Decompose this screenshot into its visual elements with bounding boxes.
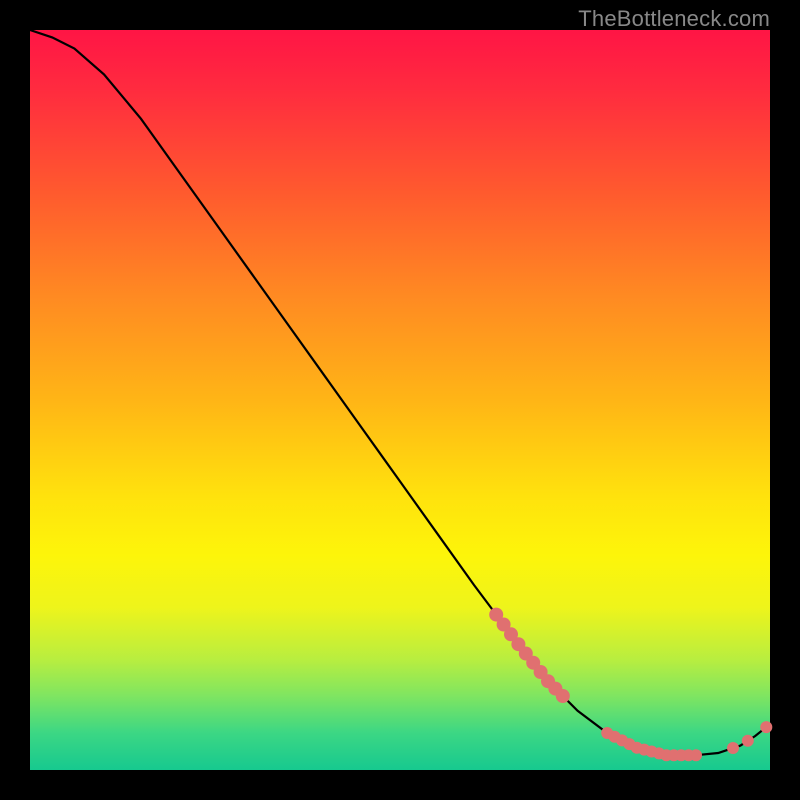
bottleneck-curve [30,30,770,755]
data-point [760,721,772,733]
plot-area [30,30,770,770]
data-point [742,735,754,747]
chart-frame: TheBottleneck.com [0,0,800,800]
data-markers [489,608,772,762]
chart-svg [30,30,770,770]
data-point [690,749,702,761]
data-point [727,742,739,754]
attribution-label: TheBottleneck.com [578,6,770,32]
data-point [556,689,570,703]
